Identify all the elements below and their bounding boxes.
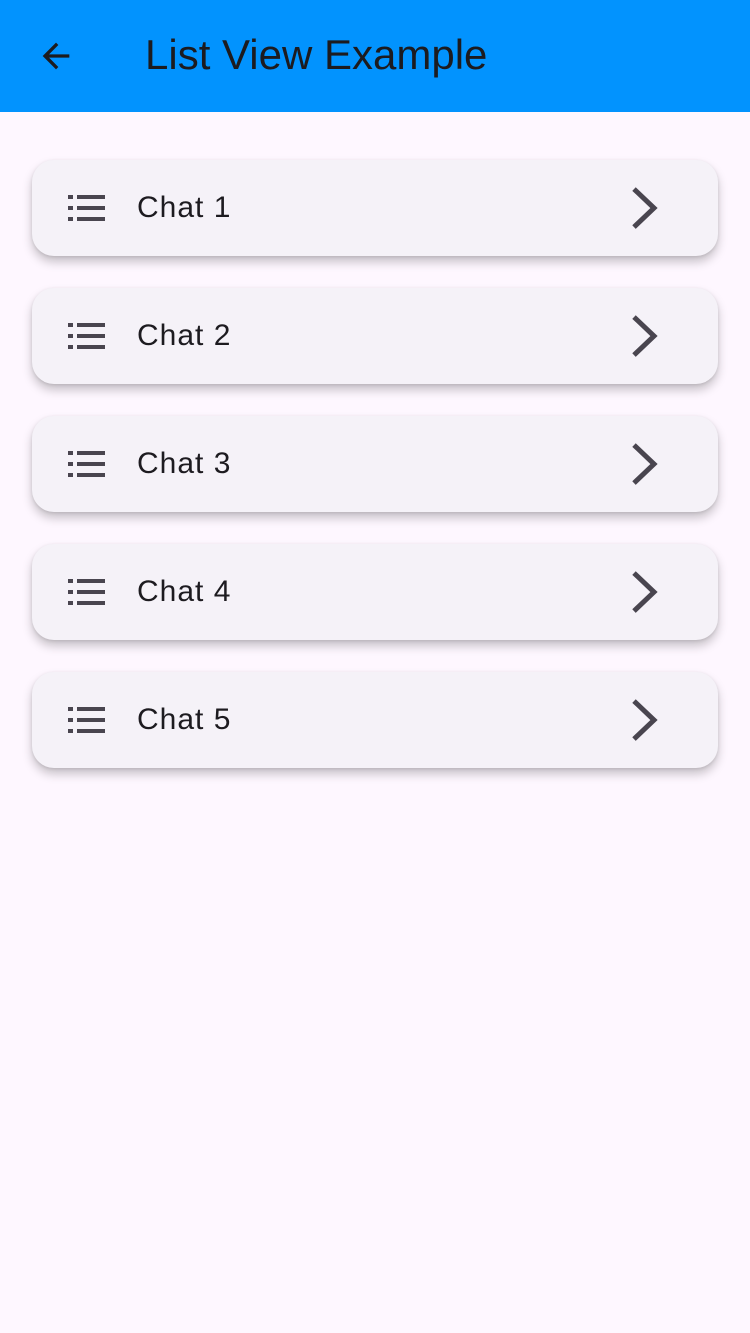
list-item-label: Chat 5 (137, 703, 232, 736)
list-item-chat-2[interactable]: Chat 2 (32, 288, 718, 384)
chevron-right-icon (632, 315, 658, 357)
page-title: List View Example (145, 31, 488, 78)
list-item-chat-1[interactable]: Chat 1 (32, 160, 718, 256)
list-item-chat-3[interactable]: Chat 3 (32, 416, 718, 512)
list-item-label: Chat 3 (137, 447, 232, 480)
list-icon (68, 451, 105, 477)
list-icon (68, 707, 105, 733)
list-item-chat-4[interactable]: Chat 4 (32, 544, 718, 640)
chevron-right-icon (632, 699, 658, 741)
chat-list: Chat 1 Chat 2 Chat 3 Chat 4 Chat 5 (32, 160, 718, 800)
chevron-right-icon (632, 571, 658, 613)
list-item-chat-5[interactable]: Chat 5 (32, 672, 718, 768)
chevron-right-icon (632, 187, 658, 229)
arrow-back-icon (42, 42, 70, 70)
back-button[interactable] (24, 24, 88, 88)
app-bar: List View Example (0, 0, 750, 112)
list-icon (68, 579, 105, 605)
list-item-label: Chat 2 (137, 319, 232, 352)
list-item-label: Chat 4 (137, 575, 232, 608)
list-icon (68, 323, 105, 349)
chevron-right-icon (632, 443, 658, 485)
list-icon (68, 195, 105, 221)
list-item-label: Chat 1 (137, 191, 232, 224)
